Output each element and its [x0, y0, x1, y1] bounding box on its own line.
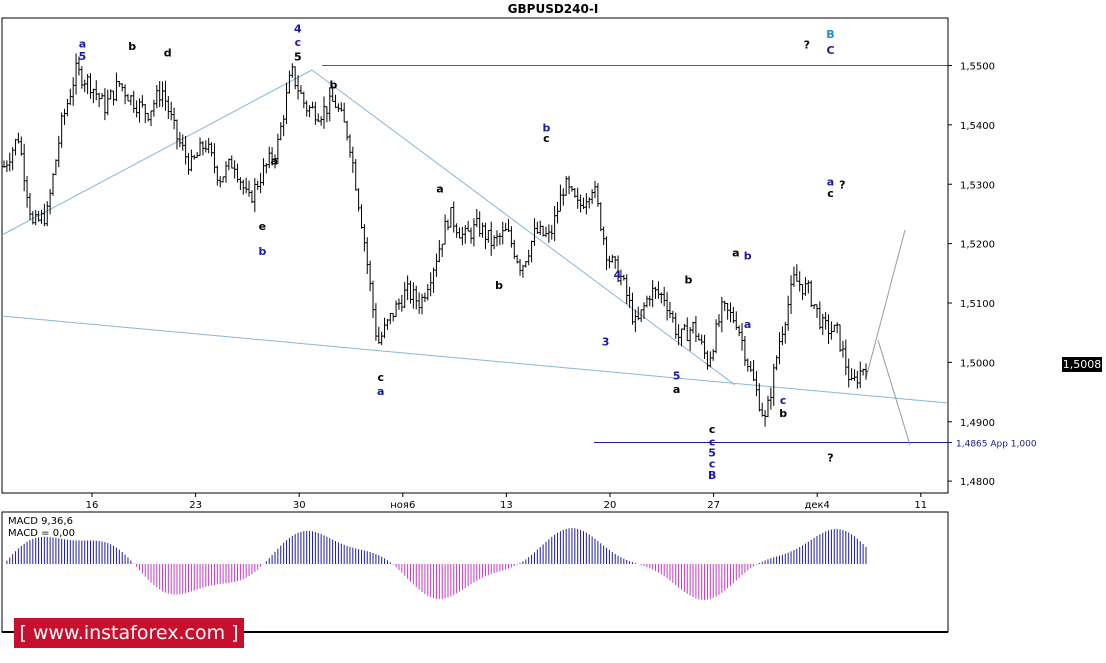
- x-tick-label: 16: [86, 500, 99, 511]
- wave-label: 5: [673, 369, 681, 382]
- x-tick-label: 13: [500, 500, 513, 511]
- wave-label: c: [827, 187, 834, 200]
- wave-label: 4: [614, 269, 622, 282]
- y-tick-label: 1,5400: [960, 121, 995, 132]
- y-tick-label: 1,4900: [960, 418, 995, 429]
- wave-label: 5: [79, 50, 87, 63]
- wave-label: c: [543, 132, 550, 145]
- macd-legend: MACD 9,36,6 MACD = 0,00: [8, 516, 75, 540]
- wave-label: 5: [294, 51, 302, 64]
- wave-label: B: [826, 28, 834, 41]
- wave-label: ?: [839, 178, 845, 191]
- y-tick-label: 1,5500: [960, 62, 995, 73]
- wave-label: b: [258, 245, 266, 258]
- wave-label: b: [744, 250, 752, 263]
- watermark-logo[interactable]: [ www.instaforex.com ]: [14, 618, 244, 648]
- projection-up: [865, 229, 906, 379]
- x-tick-label: 11: [914, 500, 927, 511]
- macd-pane-frame: [1, 511, 949, 633]
- wave-label: a: [732, 247, 739, 260]
- wave-label: a: [79, 38, 86, 51]
- wave-label: a: [377, 385, 384, 398]
- projection-down: [877, 339, 911, 446]
- wave-label: b: [329, 79, 337, 92]
- wave-label: e: [259, 220, 266, 233]
- y-tick-label: 1,5300: [960, 180, 995, 191]
- current-price-label: 1,5008: [1062, 357, 1102, 372]
- y-tick-label: 1,5000: [960, 358, 995, 369]
- wave-label: a: [271, 155, 278, 168]
- wave-label: d: [164, 46, 172, 59]
- support-level-label: 1,4865 App 1,000: [956, 440, 1037, 450]
- wave-label: a: [744, 318, 751, 331]
- y-tick-label: 1,5200: [960, 240, 995, 251]
- wave-label: a: [673, 383, 680, 396]
- wave-label: b: [779, 407, 787, 420]
- wave-label: b: [685, 273, 693, 286]
- macd-label-2: MACD = 0,00: [8, 528, 75, 539]
- macd-label-1: MACD 9,36,6: [8, 516, 73, 527]
- x-tick-label: дек4: [804, 500, 829, 511]
- wave-label: C: [826, 44, 834, 57]
- price-pane-frame: [1, 17, 949, 494]
- wave-label: c: [709, 423, 716, 436]
- wave-label: 4: [294, 23, 302, 36]
- wave-label: B: [708, 469, 716, 482]
- wave-label: ?: [827, 451, 833, 464]
- wave-label: b: [495, 279, 503, 292]
- x-tick-label: ноя6: [390, 500, 415, 511]
- wave-label: c: [377, 371, 384, 384]
- x-tick-label: 23: [189, 500, 202, 511]
- price-chart[interactable]: 1,4865 App 1,000 BC?a5bd4c5baebcaabbc435…: [0, 0, 1106, 663]
- trendline-lower: [1, 315, 949, 404]
- wave-label: 3: [602, 336, 610, 349]
- y-tick-label: 1,5100: [960, 299, 995, 310]
- x-tick-label: 30: [293, 500, 306, 511]
- wave-label: c: [295, 36, 302, 49]
- wave-label: a: [436, 182, 443, 195]
- wave-label: c: [780, 394, 787, 407]
- wave-label: ?: [804, 39, 810, 52]
- y-tick-label: 1,4800: [960, 477, 995, 488]
- wave-label: b: [128, 40, 136, 53]
- x-tick-label: 27: [707, 500, 720, 511]
- x-tick-label: 20: [604, 500, 617, 511]
- chart-window: GBPUSD240-I 1,4865 App 1,000 B C? a 5 b d 4 c 5 b…: [0, 0, 1106, 663]
